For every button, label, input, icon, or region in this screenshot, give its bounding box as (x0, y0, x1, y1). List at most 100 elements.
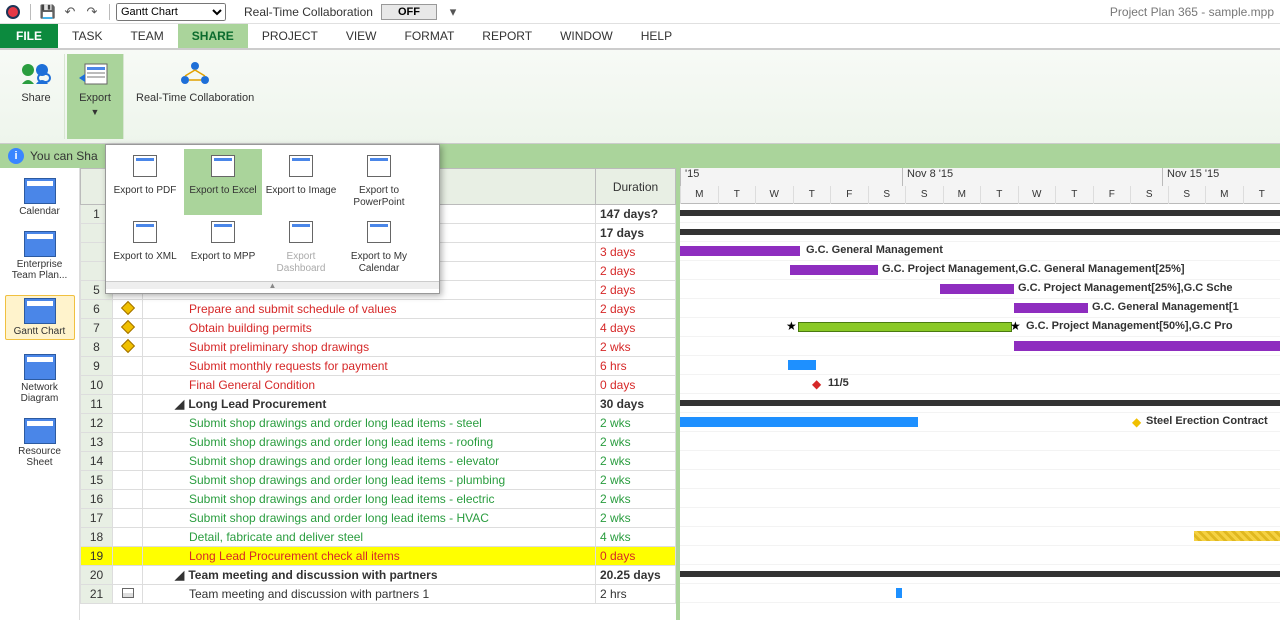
undo-icon[interactable]: ↶ (62, 4, 78, 20)
cell-name[interactable]: Submit shop drawings and order long lead… (143, 414, 596, 433)
tab-view[interactable]: VIEW (332, 24, 391, 48)
cell-id[interactable]: 7 (81, 319, 113, 338)
cell-name[interactable]: Submit shop drawings and order long lead… (143, 471, 596, 490)
cell-duration[interactable]: 6 hrs (596, 357, 676, 376)
gantt-row[interactable] (680, 584, 1280, 603)
gantt-row[interactable]: G.C. Project Management[50%],G.C Pro (680, 318, 1280, 337)
cell-duration[interactable]: 2 wks (596, 433, 676, 452)
cell-id[interactable]: 15 (81, 471, 113, 490)
export-option[interactable]: Export to Image (262, 149, 340, 215)
gantt-row[interactable] (680, 546, 1280, 565)
cell-duration[interactable]: 4 wks (596, 528, 676, 547)
cell-duration[interactable]: 2 wks (596, 509, 676, 528)
cell-id[interactable]: 16 (81, 490, 113, 509)
cell-duration[interactable]: 30 days (596, 395, 676, 414)
tab-team[interactable]: TEAM (116, 24, 177, 48)
gantt-row[interactable]: G.C. General Management (680, 242, 1280, 261)
gantt-bar[interactable] (680, 571, 1280, 577)
task-row[interactable]: 13Submit shop drawings and order long le… (81, 433, 676, 452)
cell-duration[interactable]: 2 wks (596, 338, 676, 357)
gantt-row[interactable] (680, 565, 1280, 584)
collapse-icon[interactable]: ◢ (175, 568, 185, 582)
tab-help[interactable]: HELP (627, 24, 686, 48)
gantt-bar[interactable] (940, 284, 1014, 294)
cell-name[interactable]: Long Lead Procurement check all items (143, 547, 596, 566)
gantt-row[interactable]: G.C. General Management[1 (680, 299, 1280, 318)
save-icon[interactable]: 💾 (40, 4, 56, 20)
export-option[interactable]: Export to Excel (184, 149, 262, 215)
cell-name[interactable]: Prepare and submit schedule of values (143, 300, 596, 319)
view-calendar[interactable]: Calendar (5, 178, 75, 217)
tab-format[interactable]: FORMAT (391, 24, 469, 48)
cell-id[interactable]: 8 (81, 338, 113, 357)
cell-name[interactable]: Submit monthly requests for payment (143, 357, 596, 376)
cell-id[interactable]: 19 (81, 547, 113, 566)
gantt-bar[interactable] (680, 229, 1280, 235)
gantt-row[interactable] (680, 470, 1280, 489)
cell-name[interactable]: Submit shop drawings and order long lead… (143, 490, 596, 509)
cell-id[interactable]: 18 (81, 528, 113, 547)
gantt-bar[interactable] (1194, 531, 1280, 541)
tab-report[interactable]: REPORT (468, 24, 546, 48)
task-row[interactable]: 15 Submit shop drawings and order long le… (81, 471, 676, 490)
collapse-icon[interactable]: ◢ (175, 397, 185, 411)
cell-id[interactable]: 21 (81, 585, 113, 604)
task-row[interactable]: 9 Submit monthly requests for payment6 hr… (81, 357, 676, 376)
task-row[interactable]: 21 Team meeting and discussion with partn… (81, 585, 676, 604)
view-gantt-chart[interactable]: Gantt Chart (5, 295, 75, 340)
gantt-bar[interactable] (680, 210, 1280, 216)
cell-name[interactable]: Detail, fabricate and deliver steel (143, 528, 596, 547)
export-button[interactable]: Export ▼ (67, 54, 124, 139)
gantt-row[interactable]: 11/5 (680, 375, 1280, 394)
view-resource-sheet[interactable]: Resource Sheet (5, 418, 75, 468)
task-row[interactable]: 10Final General Condition0 days (81, 376, 676, 395)
cell-id[interactable]: 9 (81, 357, 113, 376)
view-selector[interactable]: Gantt Chart (116, 3, 226, 21)
gantt-bar[interactable] (798, 322, 1012, 332)
gantt-row[interactable]: G.C. Project Management,G.C. General Man… (680, 261, 1280, 280)
milestone-icon[interactable] (788, 323, 798, 333)
cell-id[interactable]: 17 (81, 509, 113, 528)
gantt-bar[interactable] (680, 417, 918, 427)
cell-id[interactable]: 10 (81, 376, 113, 395)
cell-id[interactable]: 11 (81, 395, 113, 414)
gantt-bar[interactable] (1014, 303, 1088, 313)
cell-name[interactable]: Team meeting and discussion with partner… (143, 585, 596, 604)
tab-project[interactable]: PROJECT (248, 24, 332, 48)
cell-duration[interactable]: 20.25 days (596, 566, 676, 585)
cell-name[interactable]: Final General Condition (143, 376, 596, 395)
view-network-diagram[interactable]: Network Diagram (5, 354, 75, 404)
gantt-row[interactable] (680, 508, 1280, 527)
rtc-toggle[interactable]: OFF (381, 4, 437, 20)
cell-name[interactable]: ◢ Long Lead Procurement (143, 395, 596, 414)
cell-duration[interactable]: 2 days (596, 300, 676, 319)
cell-duration[interactable]: 2 days (596, 281, 676, 300)
cell-duration[interactable]: 4 days (596, 319, 676, 338)
gantt-bar[interactable] (680, 246, 800, 256)
cell-name[interactable]: Obtain building permits (143, 319, 596, 338)
cell-duration[interactable]: 2 days (596, 262, 676, 281)
milestone-icon[interactable] (812, 380, 822, 390)
gantt-row[interactable] (680, 223, 1280, 242)
cell-duration[interactable]: 2 hrs (596, 585, 676, 604)
cell-name[interactable]: ◢ Team meeting and discussion with partn… (143, 566, 596, 585)
gantt-bar[interactable] (1014, 341, 1280, 351)
gantt-row[interactable]: G.C. Project Management[25%],G.C Sche (680, 280, 1280, 299)
task-row[interactable]: 16 Submit shop drawings and order long le… (81, 490, 676, 509)
gantt-row[interactable] (680, 432, 1280, 451)
cell-name[interactable]: Submit shop drawings and order long lead… (143, 452, 596, 471)
cell-duration[interactable]: 2 wks (596, 490, 676, 509)
tab-window[interactable]: WINDOW (546, 24, 627, 48)
cell-duration[interactable]: 2 wks (596, 471, 676, 490)
rtc-button[interactable]: Real-Time Collaboration (126, 54, 264, 139)
gantt-row[interactable] (680, 337, 1280, 356)
milestone-icon[interactable] (1012, 323, 1022, 333)
cell-duration[interactable]: 3 days (596, 243, 676, 262)
cell-name[interactable]: Submit shop drawings and order long lead… (143, 509, 596, 528)
gantt-bar[interactable] (790, 265, 878, 275)
cell-id[interactable]: 20 (81, 566, 113, 585)
task-row[interactable]: 17 Submit shop drawings and order long le… (81, 509, 676, 528)
gantt-chart[interactable]: MTWTFSSMTWTFSSMT '15Nov 8 '15Nov 15 '15 … (680, 168, 1280, 620)
task-row[interactable]: 11 ◢ Long Lead Procurement30 days (81, 395, 676, 414)
cell-id[interactable]: 14 (81, 452, 113, 471)
